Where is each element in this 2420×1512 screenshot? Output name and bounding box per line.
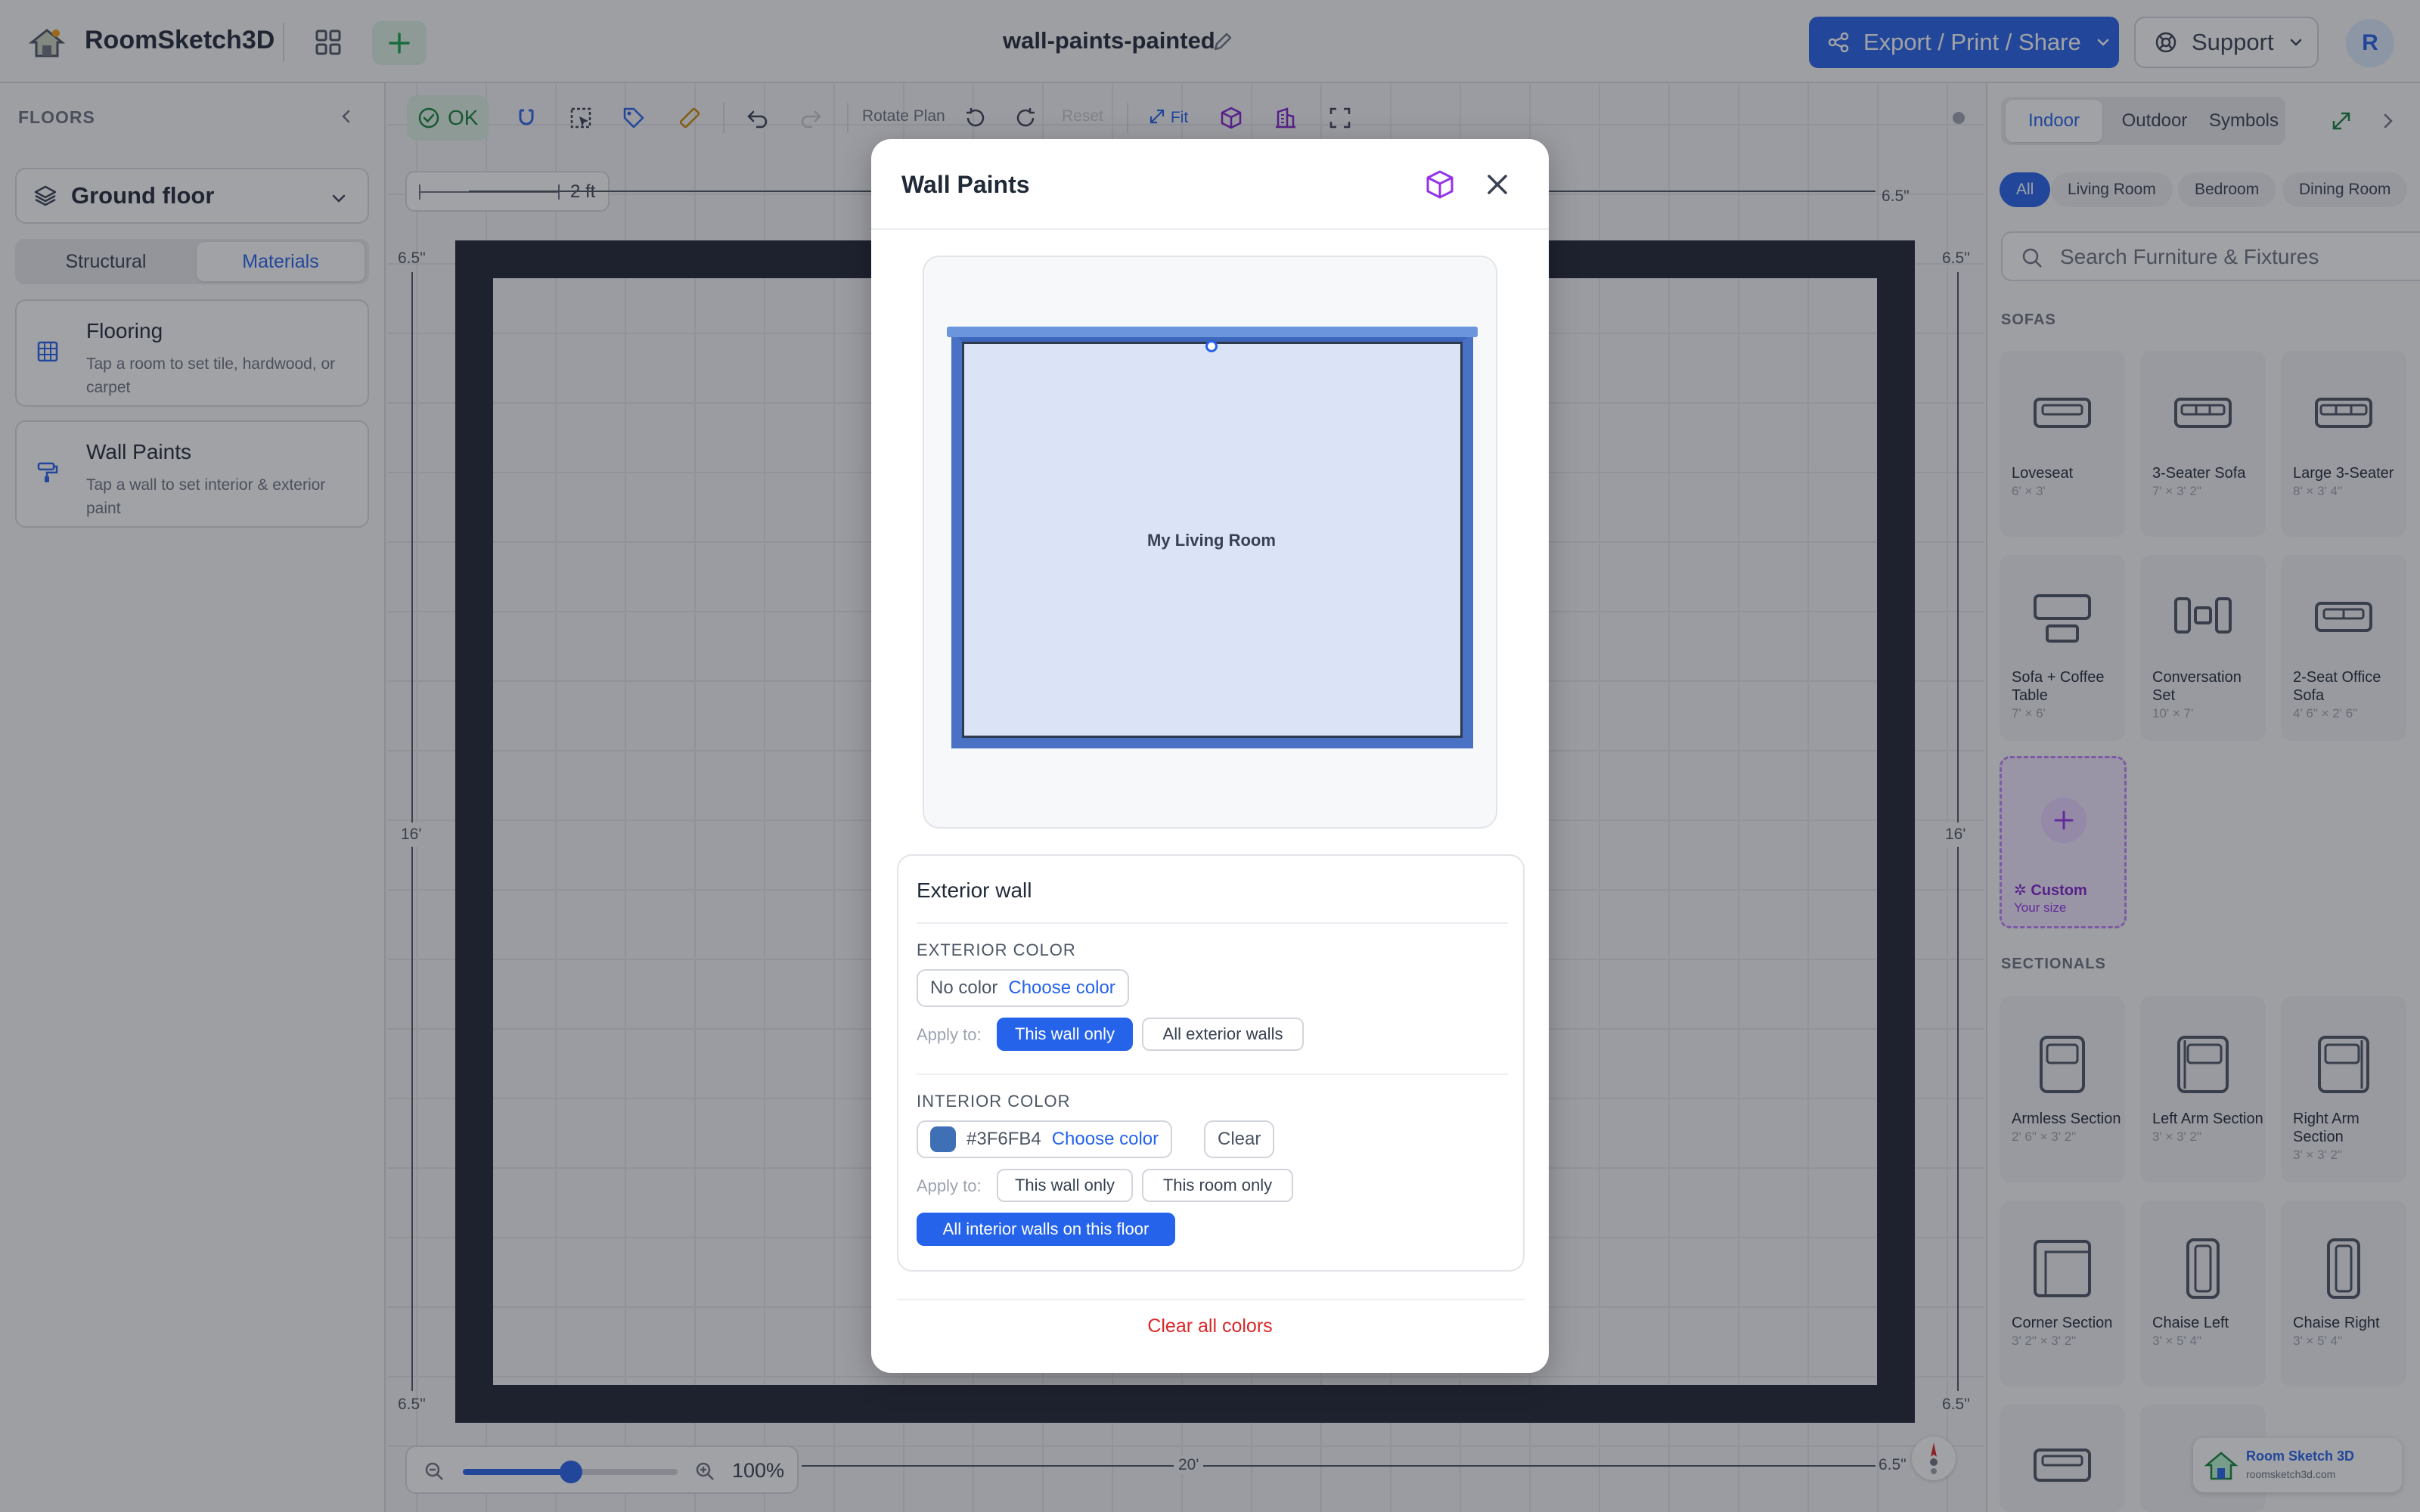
interior-apply-all-floor[interactable]: All interior walls on this floor xyxy=(917,1213,1175,1246)
exterior-color-value: No color xyxy=(930,978,998,998)
divider xyxy=(897,1299,1525,1300)
selected-wall-highlight[interactable] xyxy=(947,327,1478,337)
3d-cube-icon[interactable] xyxy=(1423,168,1457,201)
interior-apply-label: Apply to: xyxy=(917,1176,982,1195)
exterior-apply-all-walls[interactable]: All exterior walls xyxy=(1142,1018,1304,1051)
interior-choose-color-link[interactable]: Choose color xyxy=(1052,1129,1159,1150)
close-icon[interactable] xyxy=(1481,168,1514,201)
dialog-title: Wall Paints xyxy=(901,171,1030,198)
exterior-apply-this-wall[interactable]: This wall only xyxy=(997,1018,1133,1051)
wall-paints-dialog: Wall Paints My Living Room Exterior wall… xyxy=(871,139,1549,1373)
exterior-color-picker[interactable]: No color Choose color xyxy=(917,969,1129,1007)
interior-color-picker[interactable]: #3F6FB4 Choose color xyxy=(917,1120,1173,1158)
divider xyxy=(917,922,1508,924)
interior-color-heading: INTERIOR COLOR xyxy=(917,1092,1071,1111)
exterior-choose-color-link[interactable]: Choose color xyxy=(1008,978,1115,999)
interior-color-hex: #3F6FB4 xyxy=(966,1129,1041,1149)
wall-preview: My Living Room xyxy=(923,256,1497,829)
interior-apply-this-room[interactable]: This room only xyxy=(1142,1169,1293,1202)
interior-apply-this-wall[interactable]: This wall only xyxy=(997,1169,1133,1202)
clear-all-colors-button[interactable]: Clear all colors xyxy=(871,1315,1549,1337)
exterior-color-heading: EXTERIOR COLOR xyxy=(917,940,1076,959)
interior-clear-button[interactable]: Clear xyxy=(1204,1120,1275,1158)
room-label: My Living Room xyxy=(1147,531,1276,550)
exterior-apply-label: Apply to: xyxy=(917,1025,982,1044)
divider xyxy=(917,1074,1508,1075)
interior-color-swatch xyxy=(930,1126,956,1152)
wall-handle[interactable] xyxy=(1205,340,1218,352)
wall-settings-card: Exterior wall EXTERIOR COLOR No color Ch… xyxy=(897,854,1525,1272)
dialog-header: Wall Paints xyxy=(871,139,1549,230)
wall-type-title: Exterior wall xyxy=(917,878,1032,902)
